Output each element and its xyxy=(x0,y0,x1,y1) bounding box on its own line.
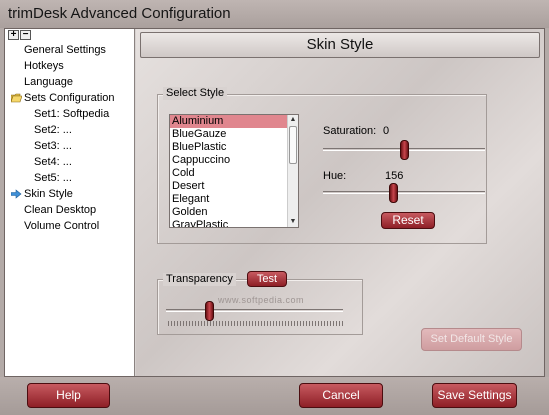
scroll-down-icon[interactable]: ▼ xyxy=(288,217,298,227)
style-option[interactable]: BlueGauze xyxy=(170,128,298,141)
hue-label: Hue: xyxy=(323,170,347,182)
tree-item-language[interactable]: Language xyxy=(24,74,73,90)
folder-open-icon xyxy=(11,93,22,103)
tree-item-label: Clean Desktop xyxy=(24,204,97,216)
tree-item-volume-control[interactable]: Volume Control xyxy=(24,218,99,234)
saturation-slider-thumb[interactable] xyxy=(399,140,409,160)
tree-item-label: Skin Style xyxy=(24,188,73,200)
style-option[interactable]: Cappuccino xyxy=(170,154,298,167)
tree-item-set4[interactable]: Set4: ... xyxy=(34,154,72,170)
tree-item-hotkeys[interactable]: Hotkeys xyxy=(24,58,64,74)
panel-title: Skin Style xyxy=(140,32,540,58)
set-default-style-button[interactable]: Set Default Style xyxy=(421,328,522,351)
style-list-scrollbar[interactable]: ▲ ▼ xyxy=(287,115,298,227)
tree-item-label: Hotkeys xyxy=(24,60,64,72)
saturation-label: Saturation: xyxy=(323,125,377,137)
cancel-button[interactable]: Cancel xyxy=(299,383,383,408)
test-button[interactable]: Test xyxy=(247,271,287,287)
tree-item-set1[interactable]: Set1: Softpedia xyxy=(34,106,109,122)
tree-item-general-settings[interactable]: General Settings xyxy=(24,42,106,58)
arrow-right-icon xyxy=(11,189,22,199)
tree-item-label: Volume Control xyxy=(24,220,100,232)
tree-item-skin-style[interactable]: Skin Style xyxy=(11,186,73,202)
style-listbox[interactable]: Aluminium BlueGauze BluePlastic Cappucci… xyxy=(169,114,299,228)
window-title: trimDesk Advanced Configuration xyxy=(8,5,231,22)
style-option[interactable]: Elegant xyxy=(170,193,298,206)
tree-item-label: Set3: ... xyxy=(34,140,72,152)
tree-toolbar: + − xyxy=(8,30,31,40)
scrollbar-thumb[interactable] xyxy=(289,126,297,164)
expand-all-button[interactable]: + xyxy=(8,30,19,40)
hue-track[interactable] xyxy=(323,191,485,194)
tree-item-label: Set2: ... xyxy=(34,124,72,136)
tree-item-label: Set4: ... xyxy=(34,156,72,168)
tree-item-label: Language xyxy=(24,76,73,88)
style-option[interactable]: Golden xyxy=(170,206,298,219)
window-title-bar[interactable]: trimDesk Advanced Configuration xyxy=(0,0,549,28)
navigation-tree: + − General Settings Hotkeys Language Se… xyxy=(5,29,135,376)
transparency-label: Transparency xyxy=(163,273,236,286)
select-style-legend: Select Style xyxy=(163,87,228,100)
transparency-group xyxy=(157,279,363,335)
hue-value: 156 xyxy=(385,170,404,182)
transparency-ticks xyxy=(168,321,343,326)
tree-item-set3[interactable]: Set3: ... xyxy=(34,138,72,154)
tree-item-set5[interactable]: Set5: ... xyxy=(34,170,72,186)
tree-item-label: General Settings xyxy=(24,44,106,56)
transparency-slider-thumb[interactable] xyxy=(204,301,214,321)
hue-slider-thumb[interactable] xyxy=(388,183,398,203)
tree-item-label: Sets Configuration xyxy=(24,92,115,104)
tree-item-label: Set5: ... xyxy=(34,172,72,184)
tree-item-label: Set1: Softpedia xyxy=(34,108,110,120)
style-option[interactable]: Desert xyxy=(170,180,298,193)
reset-button[interactable]: Reset xyxy=(381,212,435,229)
style-option[interactable]: BluePlastic xyxy=(170,141,298,154)
tree-item-sets-configuration[interactable]: Sets Configuration xyxy=(11,90,115,106)
saturation-value: 0 xyxy=(383,125,390,137)
save-settings-button[interactable]: Save Settings xyxy=(432,383,517,408)
tree-item-clean-desktop[interactable]: Clean Desktop xyxy=(24,202,96,218)
style-option[interactable]: Aluminium xyxy=(170,115,298,128)
tree-item-set2[interactable]: Set2: ... xyxy=(34,122,72,138)
bottom-button-bar: Help Cancel Save Settings xyxy=(0,377,549,415)
help-button[interactable]: Help xyxy=(27,383,110,408)
style-option[interactable]: GrayPlastic xyxy=(170,219,298,227)
style-option[interactable]: Cold xyxy=(170,167,298,180)
watermark-text: www.softpedia.com xyxy=(218,295,305,305)
scroll-up-icon[interactable]: ▲ xyxy=(288,115,298,125)
transparency-track[interactable] xyxy=(166,309,343,312)
collapse-all-button[interactable]: − xyxy=(20,30,31,40)
